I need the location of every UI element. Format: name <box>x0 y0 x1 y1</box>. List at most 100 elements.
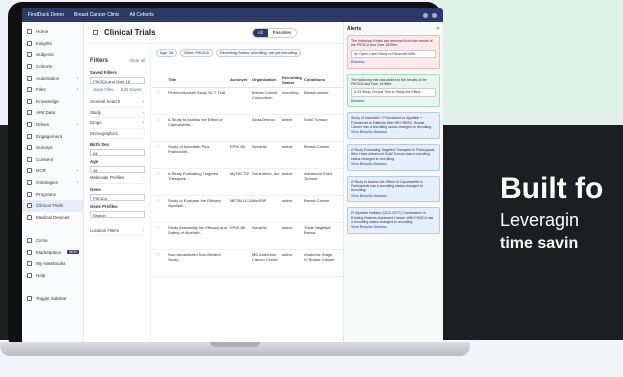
filter-chip[interactable]: Age: 18 <box>156 49 178 57</box>
expand-plus-icon[interactable]: + <box>76 87 79 92</box>
sidebar-item[interactable]: Engagement <box>22 130 83 142</box>
favorite-star-icon[interactable]: ☆ <box>156 253 168 258</box>
saved-filters-select[interactable]: PIK3CA and Over 18 <box>90 77 145 84</box>
column-title[interactable]: Title <box>168 77 230 82</box>
alert-card: A Study to Assess the Effect of Capivase… <box>347 175 440 203</box>
alert-actions[interactable]: Dismiss <box>351 99 436 103</box>
sidebar-item[interactable]: DCR + <box>22 165 83 177</box>
sidebar-item-label: Surveys <box>36 145 53 151</box>
favorite-star-icon[interactable]: ☆ <box>156 199 168 204</box>
sidebar-item[interactable]: Toggle Sidebar <box>22 293 83 305</box>
filter-section-drugs[interactable]: Drugs + <box>90 118 145 129</box>
favorite-star-icon[interactable]: ☆ <box>156 145 168 150</box>
table-row[interactable]: ☆ Study to Evaluate the Efficacy Alpelisi… <box>152 196 343 223</box>
sidebar-item[interactable]: My Notebooks <box>22 258 83 270</box>
favorite-star-icon[interactable]: ☆ <box>156 91 168 96</box>
topbar-item[interactable]: FindDuck Demo <box>28 12 64 18</box>
edit-saved-link[interactable]: Edit Saved <box>121 87 142 92</box>
sidebar-item[interactable]: Drives + <box>22 119 83 131</box>
table-row[interactable]: ☆ Study of Inavolisib Plus Palbociclib...… <box>152 142 343 169</box>
filter-section-study[interactable]: Study + <box>90 108 145 118</box>
sidebar-item-label: Circle <box>36 237 48 243</box>
sidebar-item[interactable]: Ontologies + <box>22 177 83 189</box>
alert-actions[interactable]: View Results Dismiss <box>351 225 436 229</box>
sidebar-icon <box>27 203 32 209</box>
favorite-star-icon[interactable]: ☆ <box>156 226 168 231</box>
alert-trial-link[interactable]: A 23 Study Clinical Trial to Study the E… <box>351 88 436 97</box>
favorite-star-icon[interactable]: ☆ <box>156 118 168 123</box>
sidebar-item[interactable]: Consent <box>22 154 83 166</box>
table-cell-rec: active <box>282 226 293 230</box>
expand-plus-icon[interactable]: + <box>76 76 79 81</box>
alert-actions[interactable]: Dismiss <box>351 60 436 64</box>
table-row[interactable]: ☆ Non-randomized Non-Blinded Study... MD A… <box>152 250 343 277</box>
sidebar-item[interactable]: Cohorts <box>22 61 83 73</box>
toggle-all[interactable]: All <box>252 28 268 37</box>
alert-actions[interactable]: View Results Dismiss <box>351 130 436 134</box>
favorite-star-icon[interactable]: ☆ <box>156 172 168 177</box>
filters-title: Filters <box>90 58 109 64</box>
expand-plus-icon[interactable]: + <box>76 168 79 173</box>
gene-input[interactable]: PIK3CA <box>90 193 145 201</box>
sidebar-item[interactable]: AIM Data <box>22 107 83 119</box>
filter-chip[interactable]: Recruiting Status: recruiting, not yet r… <box>216 49 301 57</box>
table-row[interactable]: ☆ A Study to Assess the Effect of Capivas… <box>152 115 343 142</box>
sidebar-item[interactable]: Surveys <box>22 142 83 154</box>
sidebar-item[interactable]: Files + <box>22 84 83 96</box>
sidebar-item[interactable]: Marketplace NEW <box>22 246 83 258</box>
sidebar-item-label: Home <box>36 29 49 35</box>
active-filter-chips: Age: 18 Gene: PIK3CA Recruiting Status: … <box>152 44 343 62</box>
column-acronym[interactable]: Acronym <box>230 77 252 82</box>
column-conditions[interactable]: Conditions <box>304 77 336 82</box>
expand-plus-icon[interactable]: + <box>76 122 79 127</box>
sidebar-item-label: Programs <box>36 191 56 197</box>
hero-text: Built fo Leveragin time savin <box>500 172 623 253</box>
gene-profiles-label: Gene Profiles <box>90 203 118 209</box>
clear-all-link[interactable]: Clear all <box>129 58 145 64</box>
sidebar-item[interactable]: Automation + <box>22 72 83 84</box>
close-icon[interactable]: ✕ <box>436 26 440 32</box>
alert-actions[interactable]: View Results Dismiss <box>351 162 436 166</box>
results-table: Age: 18 Gene: PIK3CA Recruiting Status: … <box>152 44 343 344</box>
sidebar-item[interactable]: Subjects <box>22 49 83 61</box>
sidebar-icon <box>27 122 32 128</box>
filter-section-demographics[interactable]: Demographics − <box>90 129 145 139</box>
sidebar-item[interactable]: Help <box>22 269 83 281</box>
sidebar-item[interactable]: Home <box>22 26 83 38</box>
table-row[interactable]: ☆ Pembrolizumab Study NCT Trial Breast Can… <box>152 88 343 115</box>
sidebar-item[interactable]: Medical Devices <box>22 212 83 224</box>
table-row[interactable]: ☆ Study Assessing the Efficacy and Safety… <box>152 223 343 250</box>
alerts-header: Alerts ✕ <box>347 26 440 32</box>
sidebar-item[interactable]: Circle <box>22 235 83 247</box>
topbar-item[interactable]: Breast Cancer Clinic <box>74 12 120 18</box>
table-cell-rec: recruiting <box>282 91 299 95</box>
sidebar-icon <box>27 168 32 174</box>
birth-sex-label: Birth Sex <box>90 142 109 147</box>
save-filter-link[interactable]: Save Filter <box>93 87 114 92</box>
column-recruiting[interactable]: Recruiting Status <box>282 75 304 85</box>
expand-plus-icon[interactable]: + <box>76 180 79 185</box>
toggle-favorites[interactable]: Favorites <box>268 29 297 37</box>
filter-section-general[interactable]: General Search + <box>90 97 145 108</box>
avatar[interactable] <box>432 12 437 18</box>
age-input[interactable]: 18 <box>90 166 145 173</box>
gene-profiles-search[interactable]: Search <box>90 210 145 218</box>
alert-trial-link[interactable]: An Open-Label Study of Ribociclib With..… <box>351 49 436 59</box>
filter-section-molecular[interactable]: Molecular Profiles − <box>90 173 145 184</box>
topbar-item[interactable]: All Cohorts <box>129 12 153 18</box>
sidebar-item[interactable]: Programs <box>22 188 83 200</box>
table-row[interactable]: ☆ A Study Evaluating Targeted Therapies..… <box>152 169 343 196</box>
sidebar-item[interactable]: Clinical Trials <box>22 199 83 212</box>
sidebar-item[interactable]: Knowledge <box>22 96 83 108</box>
sidebar-icon <box>27 98 32 104</box>
filter-chip[interactable]: Gene: PIK3CA <box>180 49 213 57</box>
table-cell-cond: Solid Tumour <box>304 118 328 122</box>
sidebar-item-label: Toggle Sidebar <box>36 295 67 301</box>
notification-icon[interactable] <box>423 12 428 18</box>
birth-sex-select[interactable]: All <box>90 149 145 156</box>
filter-section-location[interactable]: Location Filters + <box>90 226 145 236</box>
alert-text: Pi Alpelisib Inhibitor (GDC-0077) Combin… <box>351 211 434 224</box>
column-organization[interactable]: Organization <box>252 77 282 82</box>
alert-actions[interactable]: View Results Dismiss <box>351 194 436 198</box>
sidebar-item[interactable]: Insights <box>22 38 83 50</box>
